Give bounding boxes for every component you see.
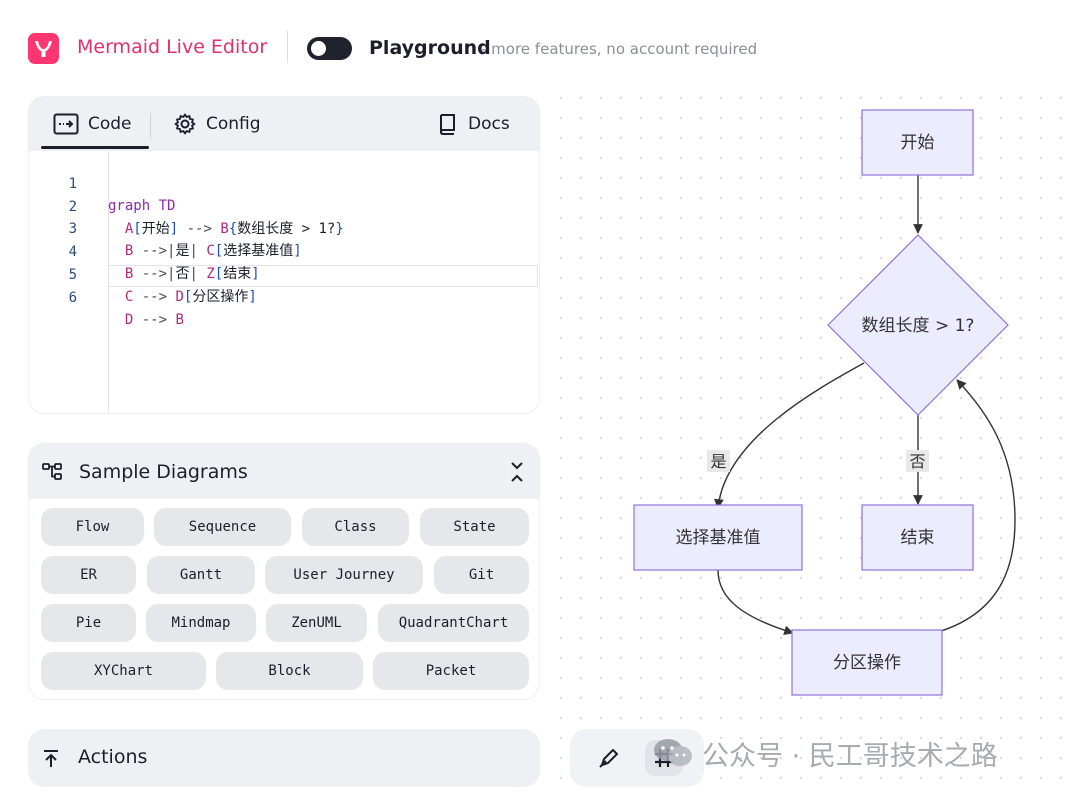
- docs-link[interactable]: Docs: [437, 111, 510, 137]
- active-tab-indicator: [41, 146, 149, 149]
- tab-code-label: Code: [88, 114, 132, 134]
- sample-diagrams-title: Sample Diagrams: [79, 461, 248, 483]
- sample-sequence-button[interactable]: Sequence: [154, 508, 291, 546]
- book-icon: [439, 114, 455, 135]
- tab-config-label: Config: [206, 114, 261, 134]
- collapse-chevron-icon[interactable]: [508, 460, 526, 484]
- node-id: D: [124, 312, 134, 328]
- edge-decision-to-pivot: [714, 362, 865, 509]
- upload-arrow-icon: [44, 750, 58, 767]
- code-line: 5 C --> D[分区操作]: [29, 242, 539, 305]
- playground-toggle[interactable]: [307, 37, 352, 60]
- editor-panel: Code Config Docs 1 graph TD 2 A[开始] --> …: [28, 96, 540, 414]
- sample-state-button[interactable]: State: [420, 508, 529, 546]
- code-line: 1 graph TD: [29, 151, 539, 214]
- node-start-label: 开始: [901, 133, 935, 153]
- editor-tab-bar: Code Config Docs: [29, 97, 539, 151]
- flowchart-diagram: 是 否 开始 数组长度 > 1? 选择基准值 结束 分区操作: [633, 109, 1016, 696]
- node-id: C: [124, 289, 134, 305]
- sample-gantt-button[interactable]: Gantt: [147, 556, 255, 594]
- tab-separator: [150, 113, 151, 139]
- playground-label: Playground: [369, 37, 491, 59]
- watermark: 公众号 · 民工哥技术之路: [652, 731, 998, 775]
- edge-label-yes: 是: [710, 452, 726, 471]
- code-editor[interactable]: 1 graph TD 2 A[开始] --> B{数组长度 > 1?} 3 B …: [29, 151, 539, 413]
- arrow: -->: [141, 289, 168, 305]
- node-partition-label: 分区操作: [833, 653, 901, 673]
- app-title[interactable]: Mermaid Live Editor: [77, 36, 267, 58]
- watermark-text: 公众号 · 民工哥技术之路: [702, 740, 998, 772]
- edit-pen-button[interactable]: [590, 740, 628, 776]
- sample-xychart-button[interactable]: XYChart: [41, 652, 206, 690]
- toggle-knob: [311, 41, 326, 56]
- node-decision-label: 数组长度 > 1?: [862, 316, 975, 336]
- tab-code[interactable]: Code: [53, 111, 132, 137]
- actions-panel[interactable]: Actions: [28, 729, 540, 787]
- sample-diagrams-header[interactable]: Sample Diagrams: [29, 444, 539, 499]
- edge-pivot-to-partition: [717, 569, 794, 636]
- code-text: D --> B: [108, 309, 184, 331]
- line-number: 6: [68, 290, 77, 306]
- code-arrow-icon: [53, 113, 79, 135]
- docs-label: Docs: [468, 114, 510, 134]
- sample-quadrantchart-button[interactable]: QuadrantChart: [378, 604, 529, 642]
- sample-user-journey-button[interactable]: User Journey: [265, 556, 423, 594]
- node-id: B: [175, 312, 184, 328]
- node-id: D: [175, 289, 184, 305]
- code-text: C --> D[分区操作]: [124, 289, 257, 305]
- code-line: 6 D --> B: [29, 265, 539, 328]
- sample-mindmap-button[interactable]: Mindmap: [146, 604, 256, 642]
- code-line: 3 B -->|是| C[选择基准值]: [29, 196, 539, 259]
- sample-packet-button[interactable]: Packet: [373, 652, 529, 690]
- diagram-tree-icon: [42, 463, 62, 480]
- playground-subtitle: - more features, no account required: [481, 40, 758, 58]
- arrow: -->: [141, 312, 168, 328]
- sample-flow-button[interactable]: Flow: [41, 508, 144, 546]
- sample-class-button[interactable]: Class: [302, 508, 409, 546]
- node-end-label: 结束: [901, 528, 935, 548]
- sample-block-button[interactable]: Block: [216, 652, 363, 690]
- wechat-icon: [654, 739, 692, 766]
- edge-label-no: 否: [909, 452, 925, 471]
- sample-diagrams-panel: Sample Diagrams Flow Sequence Class Stat…: [28, 443, 540, 700]
- header-divider: [287, 31, 288, 63]
- sample-zenuml-button[interactable]: ZenUML: [266, 604, 367, 642]
- mermaid-logo-icon[interactable]: [28, 33, 59, 64]
- sample-git-button[interactable]: Git: [434, 556, 529, 594]
- code-line: 4 B -->|否| Z[结束]: [29, 219, 539, 282]
- gear-icon: [174, 113, 196, 135]
- tab-config[interactable]: Config: [173, 111, 261, 137]
- sample-er-button[interactable]: ER: [41, 556, 136, 594]
- code-line: 2 A[开始] --> B{数组长度 > 1?}: [29, 174, 539, 237]
- node-text: 分区操作: [192, 289, 249, 305]
- pen-icon: [599, 749, 618, 768]
- actions-label: Actions: [78, 746, 148, 768]
- sample-pie-button[interactable]: Pie: [41, 604, 136, 642]
- node-pivot-label: 选择基准值: [676, 528, 761, 548]
